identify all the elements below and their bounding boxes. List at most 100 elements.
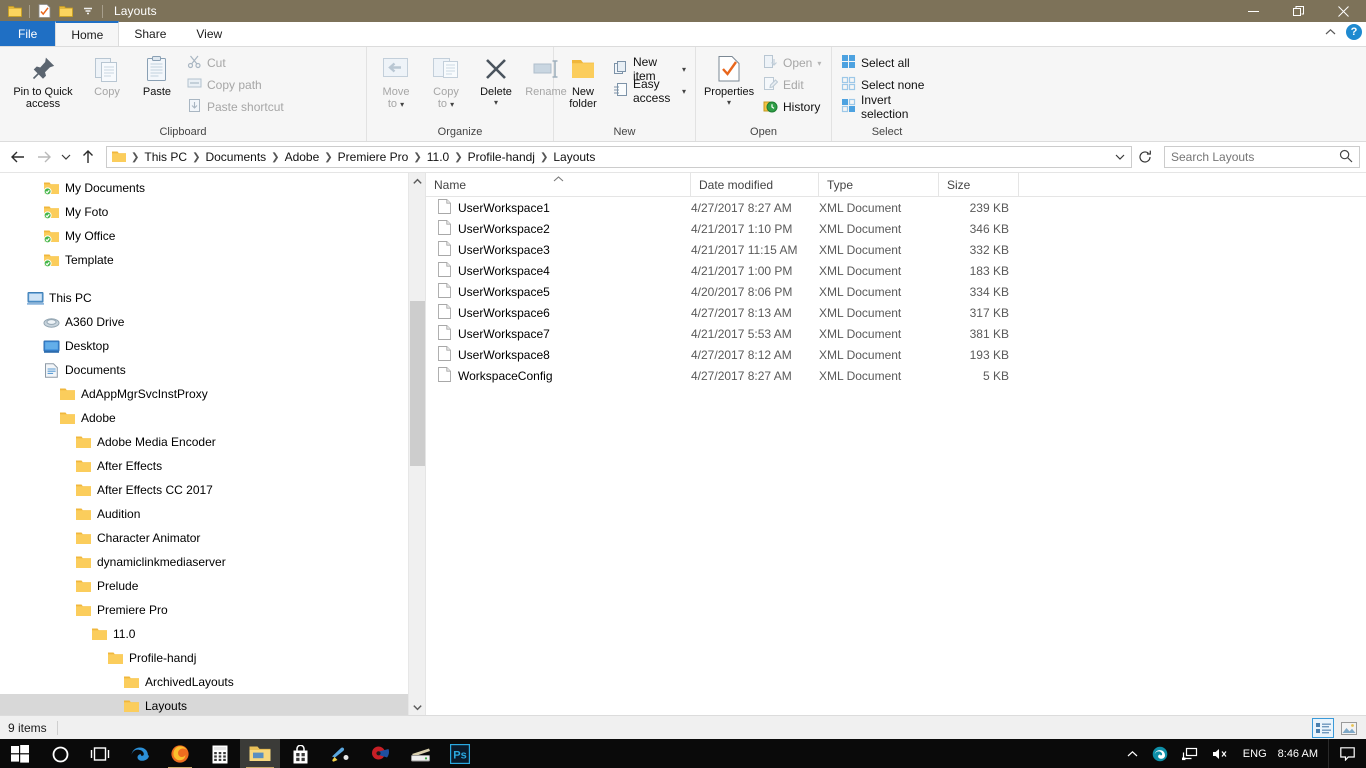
file-name-cell[interactable]: UserWorkspace6 [426,303,691,322]
clock[interactable]: 8:46 AM [1274,739,1328,768]
sidebar-item-prelude[interactable]: Prelude [0,574,425,598]
open-button[interactable]: Open ▾ [758,52,826,74]
properties-button[interactable]: Properties ▾ [700,50,758,120]
sidebar-item-adobe-media-encoder[interactable]: Adobe Media Encoder [0,430,425,454]
up-button[interactable] [76,145,100,169]
sidebar-item-11-0[interactable]: 11.0 [0,622,425,646]
network-icon[interactable] [1175,739,1205,768]
breadcrumb-sep-2[interactable]: ❯ [270,152,280,163]
column-header-size[interactable]: Size [939,172,1019,197]
refresh-button[interactable] [1134,146,1156,168]
sidebar-item-premiere-pro[interactable]: Premiere Pro [0,598,425,622]
tab-home[interactable]: Home [55,21,120,46]
taskbar-scanner-button[interactable] [400,739,440,768]
sidebar-item-layouts[interactable]: Layouts [0,694,425,715]
table-row[interactable]: UserWorkspace2 4/21/2017 1:10 PM XML Docum… [426,218,1366,239]
select-all-button[interactable]: Select all [836,52,938,74]
delete-button[interactable]: Delete ▾ [471,50,521,120]
sidebar-item-dynamiclinkmediaserver[interactable]: dynamiclinkmediaserver [0,550,425,574]
taskbar-store-button[interactable] [280,739,320,768]
breadcrumb-sep-6[interactable]: ❯ [539,152,549,163]
search-input[interactable] [1171,150,1339,164]
qat-customize-caret-icon[interactable] [77,1,99,21]
move-to-button[interactable]: Move to ▾ [371,50,421,120]
taskbar-file-explorer-button[interactable] [240,739,280,768]
breadcrumb-item-layouts[interactable]: Layouts [549,149,599,165]
table-row[interactable]: UserWorkspace8 4/27/2017 8:12 AM XML Docum… [426,344,1366,365]
taskbar-photoshop-button[interactable]: Ps [440,739,480,768]
table-row[interactable]: UserWorkspace6 4/27/2017 8:13 AM XML Docum… [426,302,1366,323]
details-view-button[interactable] [1312,718,1334,738]
file-name-cell[interactable]: UserWorkspace3 [426,240,691,259]
sidebar-item-my-documents[interactable]: My Documents [0,176,425,200]
scroll-down-arrow[interactable] [409,699,425,715]
qat-new-folder-icon[interactable] [55,1,77,21]
start-button[interactable] [0,739,40,768]
tab-file[interactable]: File [0,21,56,46]
column-header-type[interactable]: Type [819,172,939,197]
help-icon[interactable]: ? [1346,24,1362,40]
breadcrumb-sep-0[interactable]: ❯ [130,152,140,163]
file-name-cell[interactable]: UserWorkspace1 [426,198,691,217]
paste-button[interactable]: Paste [132,50,182,120]
table-row[interactable]: UserWorkspace7 4/21/2017 5:53 AM XML Docum… [426,323,1366,344]
breadcrumb-item-documents[interactable]: Documents [201,149,270,165]
address-dropdown-icon[interactable] [1111,153,1129,161]
sidebar-item-documents[interactable]: Documents [0,358,425,382]
sidebar-item-after-effects[interactable]: After Effects [0,454,425,478]
file-name-cell[interactable]: UserWorkspace4 [426,261,691,280]
scrollbar-thumb[interactable] [410,301,425,466]
sidebar-item-audition[interactable]: Audition [0,502,425,526]
sidebar-item-character-animator[interactable]: Character Animator [0,526,425,550]
sidebar-item-desktop[interactable]: Desktop [0,334,425,358]
table-row[interactable]: UserWorkspace1 4/27/2017 8:27 AM XML Docum… [426,197,1366,218]
sidebar-item-after-effects-cc-2017[interactable]: After Effects CC 2017 [0,478,425,502]
sidebar-item-my-office[interactable]: My Office [0,224,425,248]
table-row[interactable]: UserWorkspace3 4/21/2017 11:15 AM XML Docu… [426,239,1366,260]
move-to-caret-icon[interactable]: ▾ [400,100,404,109]
file-name-cell[interactable]: WorkspaceConfig [426,366,691,385]
navigation-scrollbar[interactable] [408,173,425,715]
sidebar-item-adobe[interactable]: Adobe [0,406,425,430]
table-row[interactable]: UserWorkspace5 4/20/2017 8:06 PM XML Docum… [426,281,1366,302]
taskbar-firefox-button[interactable] [160,739,200,768]
breadcrumb-sep-5[interactable]: ❯ [453,152,463,163]
breadcrumb-sep-1[interactable]: ❯ [191,152,201,163]
breadcrumb-sep-4[interactable]: ❯ [412,152,422,163]
restore-button[interactable] [1276,0,1321,22]
copy-path-button[interactable]: Copy path [182,74,289,96]
file-name-cell[interactable]: UserWorkspace5 [426,282,691,301]
edit-button[interactable]: Edit [758,74,826,96]
column-header-name[interactable]: Name [426,172,691,197]
file-name-cell[interactable]: UserWorkspace8 [426,345,691,364]
table-row[interactable]: WorkspaceConfig 4/27/2017 8:27 AM XML Docu… [426,365,1366,386]
copy-to-button[interactable]: Copy to ▾ [421,50,471,120]
task-view-button[interactable] [80,739,120,768]
cut-button[interactable]: Cut [182,52,289,74]
taskbar-paint-button[interactable] [320,739,360,768]
file-name-cell[interactable]: UserWorkspace2 [426,219,691,238]
minimize-button[interactable] [1231,0,1276,22]
breadcrumb-item-11-0[interactable]: 11.0 [423,149,453,165]
large-icons-view-button[interactable] [1338,718,1360,738]
action-center-button[interactable] [1328,739,1366,768]
sidebar-item-my-foto[interactable]: My Foto [0,200,425,224]
back-button[interactable] [6,145,30,169]
qat-properties-check-icon[interactable] [33,1,55,21]
recent-locations-button[interactable] [58,145,74,169]
volume-muted-icon[interactable] [1205,739,1236,768]
cortana-search-button[interactable] [40,739,80,768]
breadcrumb-item-premiere-pro[interactable]: Premiere Pro [334,149,413,165]
copy-button[interactable]: Copy [82,50,132,120]
scroll-up-arrow[interactable] [409,173,425,190]
easy-access-caret-icon[interactable]: ▾ [682,87,686,96]
sidebar-item-template[interactable]: Template [0,248,425,272]
collapse-ribbon-icon[interactable] [1320,28,1340,36]
history-button[interactable]: History [758,96,826,118]
taskbar-edge-button[interactable] [120,739,160,768]
tab-view[interactable]: View [181,21,237,46]
tab-share[interactable]: Share [119,21,181,46]
qat-folder-icon[interactable] [4,1,26,21]
search-box[interactable] [1164,146,1360,168]
file-name-cell[interactable]: UserWorkspace7 [426,324,691,343]
